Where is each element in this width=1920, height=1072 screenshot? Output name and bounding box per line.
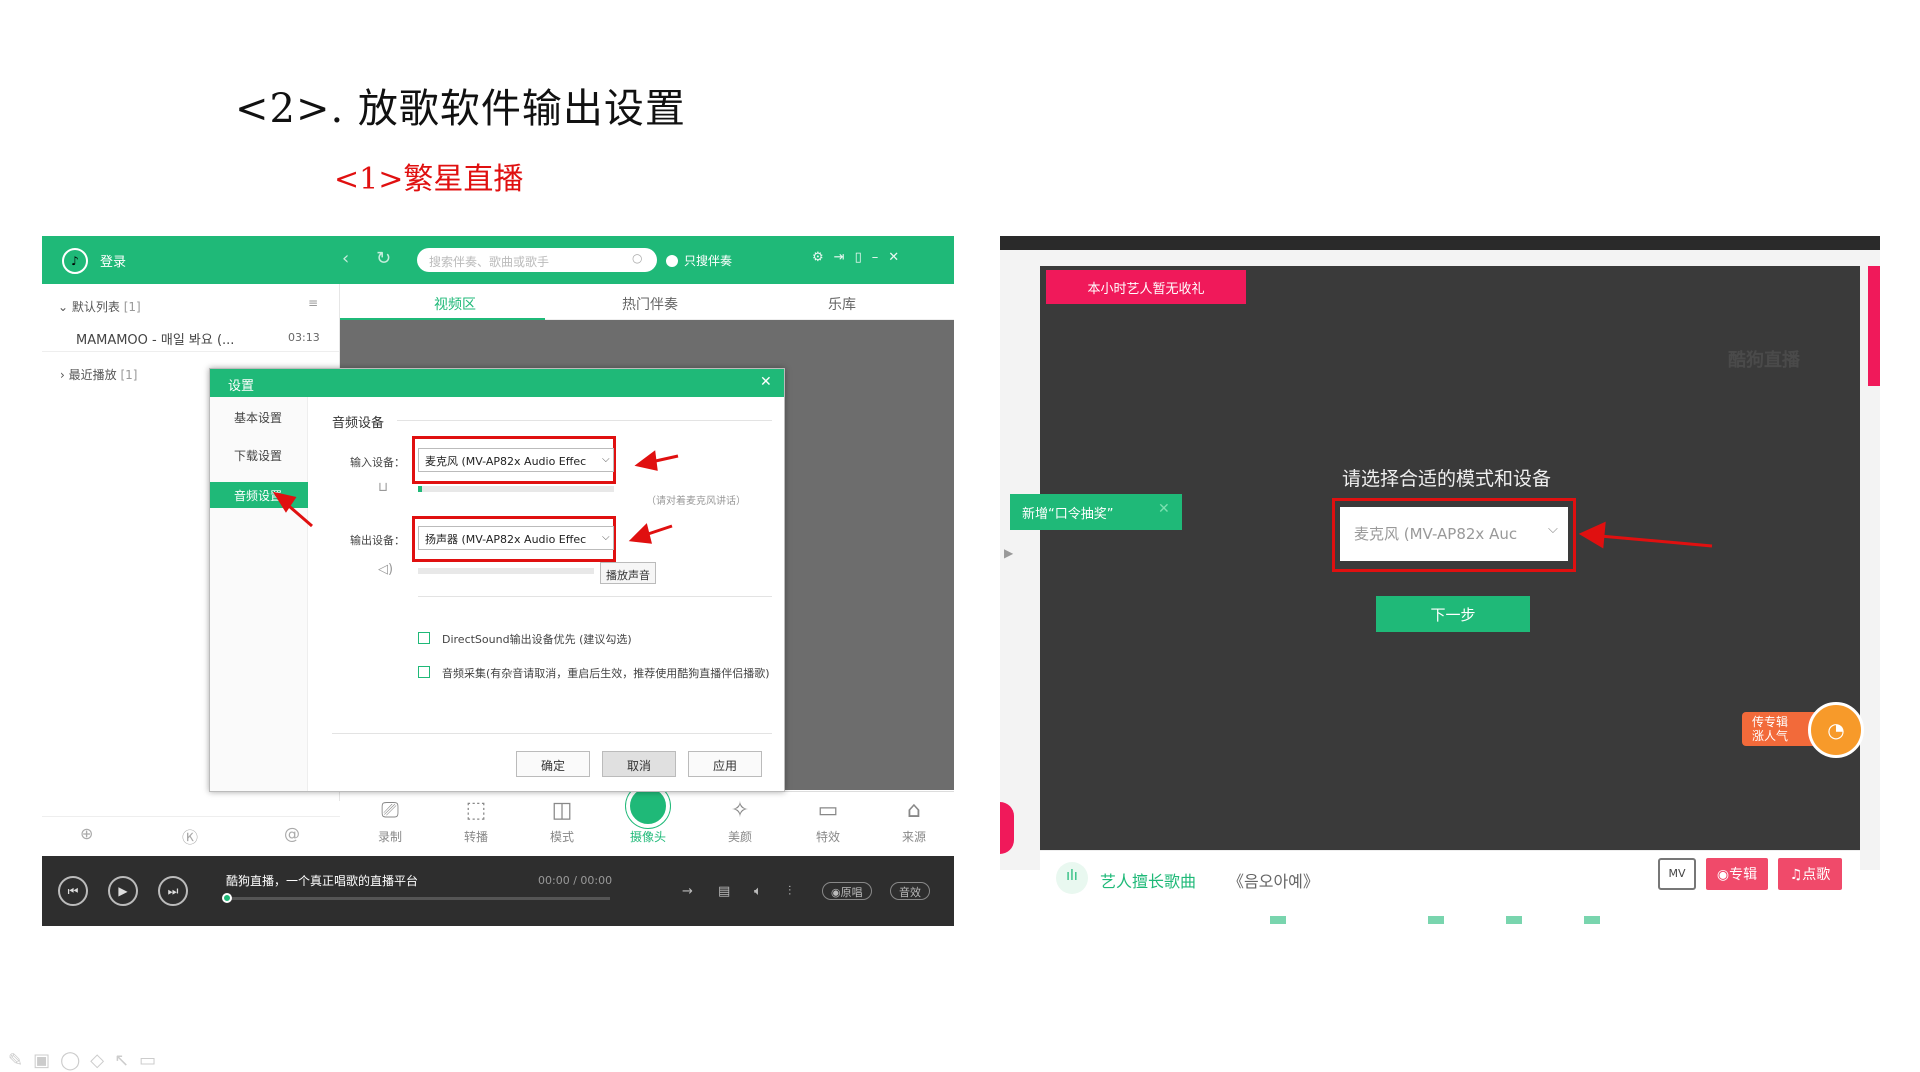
- annotation-arrows: [272, 450, 679, 544]
- live-room-screenshot: 本小时艺人暂无收礼 酷狗直播 请选择合适的模式和设备 麦克风 (MV-AP82x…: [1000, 236, 1880, 926]
- slide-subtitle: <1>繁星直播: [334, 162, 524, 197]
- kugou-live-settings-screenshot: ♪ 登录 ‹ ↻ 搜索伴奏、歌曲或歌手 ○ 只搜伴奏 ⚙⇥▯–✕ ⌄ 默认列表 …: [42, 236, 954, 926]
- slide-tool-icons[interactable]: ✎▣◯◇↖▭: [8, 1050, 166, 1071]
- arrow-line-device: [1599, 534, 1713, 548]
- slide-title: <2>. 放歌软件输出设置: [235, 86, 686, 132]
- arrow-head-input: [634, 450, 658, 471]
- arrow-head-output: [628, 523, 652, 544]
- arrow-head-device: [1578, 521, 1606, 549]
- annotation-arrows: [1578, 521, 1713, 549]
